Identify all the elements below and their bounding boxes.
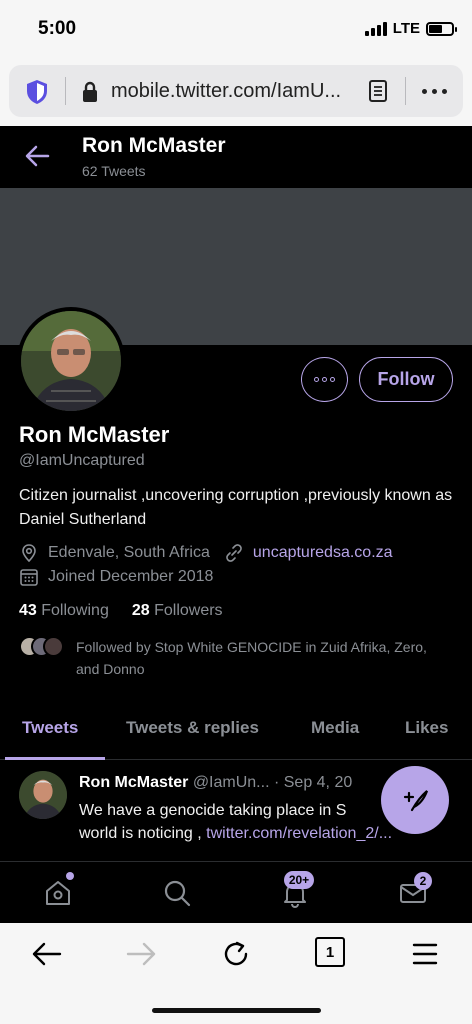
tweet-meta: Ron McMaster @IamUn... · Sep 4, 20	[79, 774, 352, 792]
following-label: Following	[41, 602, 109, 619]
home-unread-dot	[66, 872, 74, 880]
header-name: Ron McMaster	[82, 134, 226, 157]
battery-icon	[426, 21, 457, 36]
lock-icon	[83, 81, 97, 102]
notifications-badge: 20+	[284, 871, 314, 889]
following-link[interactable]: 43 Following	[19, 602, 109, 620]
profile-bio: Citizen journalist ,uncovering corruptio…	[19, 487, 453, 528]
safari-toolbar: 1	[0, 923, 472, 1024]
followed-by-text[interactable]: Followed by Stop White GENOCIDE in Zuid …	[76, 636, 446, 680]
tabs-button[interactable]: 1	[315, 937, 345, 967]
home-icon[interactable]	[43, 878, 73, 908]
messages-badge: 2	[414, 872, 432, 890]
tab-tweets-replies[interactable]: Tweets & replies	[126, 718, 259, 738]
forward-icon	[126, 942, 156, 966]
tab-media[interactable]: Media	[311, 718, 359, 738]
search-icon[interactable]	[162, 878, 192, 908]
calendar-icon	[20, 569, 38, 586]
compose-tweet-button[interactable]	[381, 766, 449, 834]
tweet-author[interactable]: Ron McMaster	[79, 774, 188, 791]
network-type: LTE	[392, 20, 420, 37]
profile-website[interactable]: uncapturedsa.co.za	[253, 544, 393, 562]
follow-stats: 43 Following 28 Followers	[19, 602, 223, 620]
reader-mode-icon[interactable]	[369, 80, 387, 102]
reload-icon[interactable]	[219, 937, 253, 971]
followers-link[interactable]: 28 Followers	[132, 602, 223, 620]
compose-icon	[403, 790, 429, 812]
profile-joined-row: Joined December 2018	[19, 567, 213, 587]
tweet-avatar[interactable]	[19, 771, 67, 819]
url-text[interactable]: mobile.twitter.com/IamU...	[111, 80, 341, 103]
profile-handle: @IamUncaptured	[19, 452, 145, 469]
more-options-button[interactable]	[301, 357, 348, 402]
status-time: 5:00	[38, 18, 77, 39]
status-indicators: LTE	[364, 20, 457, 37]
followed-by-avatars[interactable]	[19, 636, 67, 658]
tweet-date[interactable]: · Sep 4, 20	[274, 774, 352, 791]
profile-header: Ron McMaster 62 Tweets	[0, 126, 472, 188]
tweet-handle: @IamUn...	[192, 774, 270, 791]
url-bar[interactable]: mobile.twitter.com/IamU...	[9, 65, 463, 117]
link-icon	[226, 544, 242, 562]
url-divider	[65, 77, 66, 105]
following-count: 43	[19, 602, 37, 619]
follow-button[interactable]: Follow	[359, 357, 453, 402]
profile-meta-row: Edenvale, South Africa uncapturedsa.co.z…	[19, 543, 393, 563]
profile-location: Edenvale, South Africa	[48, 544, 210, 561]
tab-likes[interactable]: Likes	[405, 718, 448, 738]
tweet-link[interactable]: twitter.com/revelation_2/...	[206, 825, 392, 842]
followers-label: Followers	[154, 602, 223, 619]
profile-avatar[interactable]	[17, 307, 125, 415]
profile-joined: Joined December 2018	[48, 568, 214, 585]
followers-count: 28	[131, 602, 150, 619]
shield-icon[interactable]	[25, 79, 49, 105]
header-tweet-count: 62 Tweets	[82, 163, 146, 179]
browser-url-area: mobile.twitter.com/IamU...	[0, 62, 472, 126]
home-indicator[interactable]	[152, 1008, 321, 1013]
tweet-text-line2: world is noticing ,	[79, 825, 207, 842]
back-arrow-icon[interactable]	[24, 144, 50, 168]
url-divider-right	[405, 77, 406, 105]
profile-name: Ron McMaster	[19, 422, 170, 447]
tab-tweets[interactable]: Tweets	[22, 718, 78, 738]
tweet-text-line1: We have a genocide taking place in S	[79, 802, 347, 819]
follower-avatar	[43, 636, 64, 657]
signal-icon	[364, 21, 387, 36]
menu-icon[interactable]	[408, 937, 442, 971]
location-icon	[22, 544, 36, 563]
active-tab-indicator	[5, 757, 105, 760]
browser-menu-icon[interactable]	[422, 89, 447, 94]
profile-tabs: Tweets Tweets & replies Media Likes	[0, 705, 472, 760]
status-bar: 5:00 LTE	[0, 0, 472, 62]
back-icon[interactable]	[30, 937, 64, 971]
bottom-navigation: 20+ 2	[0, 861, 472, 923]
